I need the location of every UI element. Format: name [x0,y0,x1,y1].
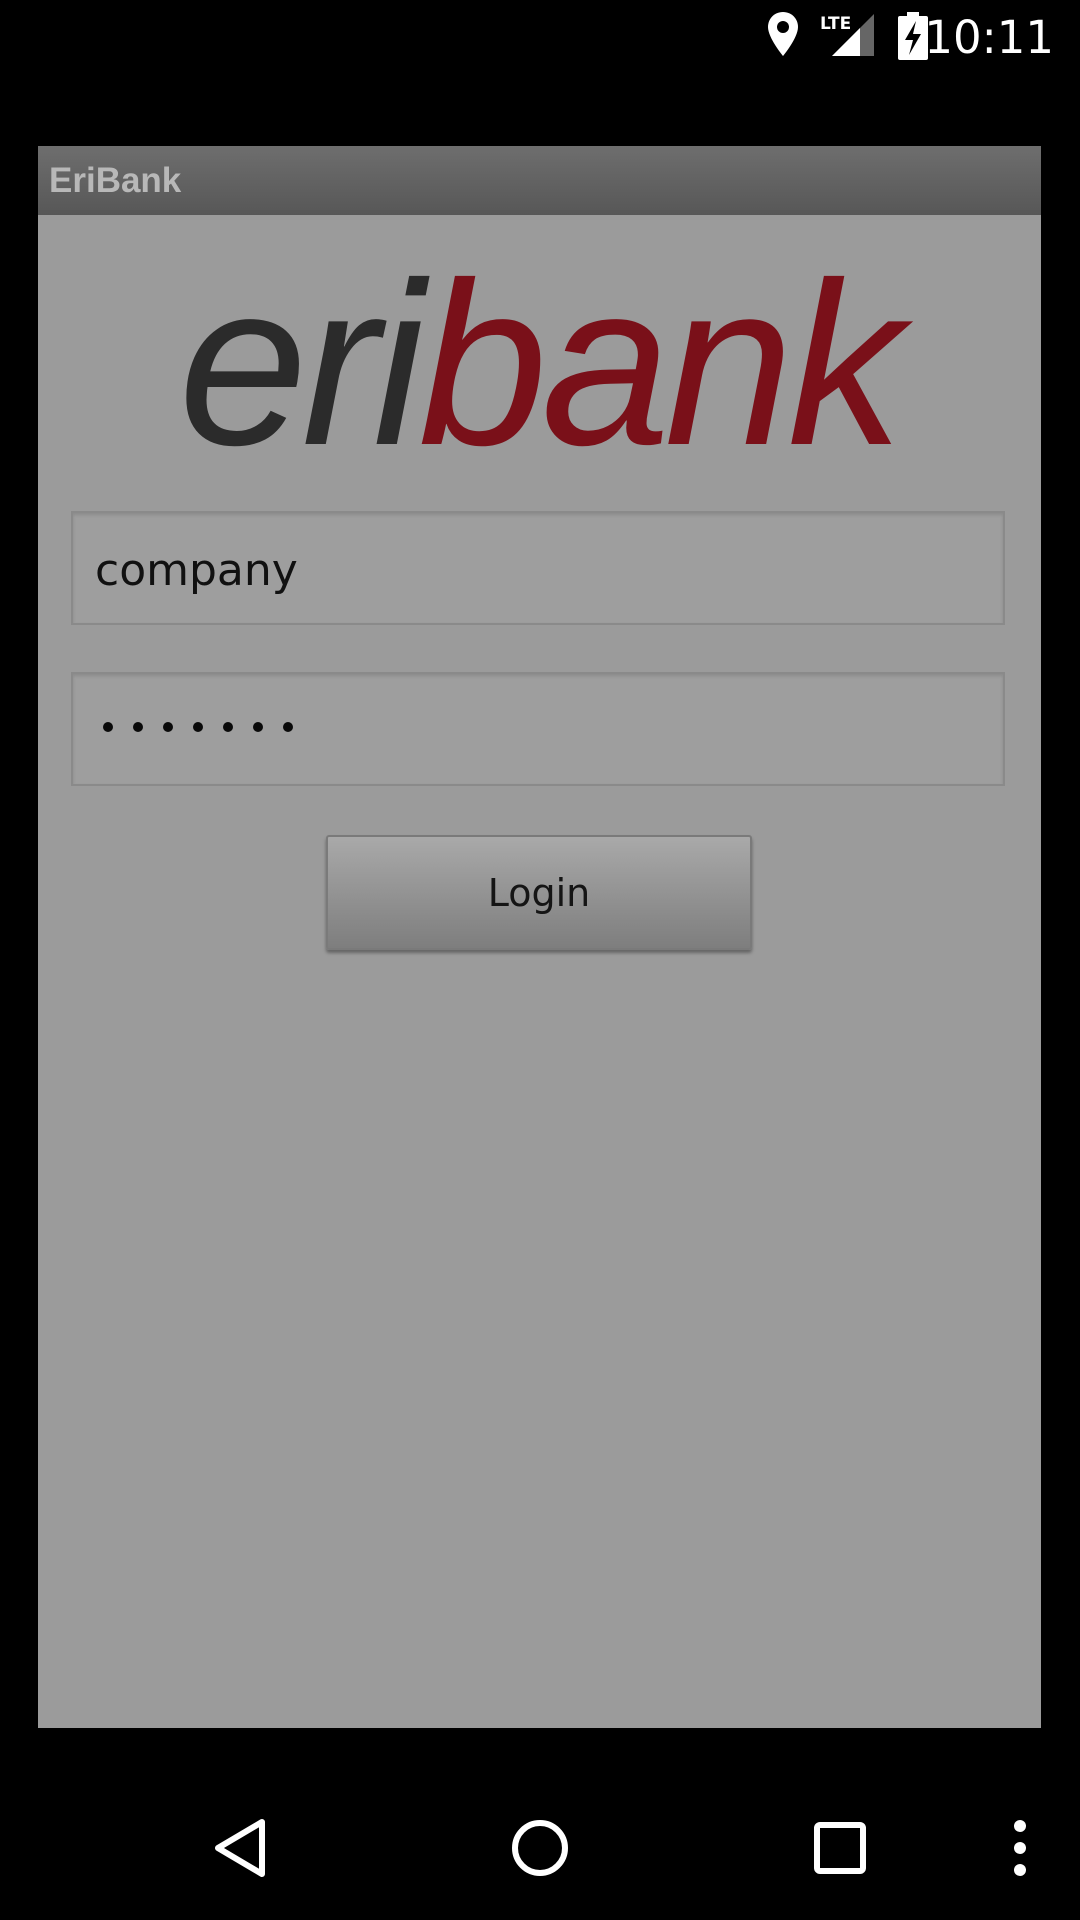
location-icon [766,10,800,63]
password-mask [103,722,293,732]
username-field[interactable]: company [71,511,1005,625]
home-icon [512,1820,568,1876]
eribank-logo: eribank [138,235,938,494]
password-mask-dot [133,722,143,732]
screen: LTE 10:11 EriBank eribank company Login [0,0,1080,1920]
back-button[interactable] [200,1776,280,1920]
logo-part-bank: bank [418,254,913,484]
recents-button[interactable] [800,1776,880,1920]
svg-text:eribank: eribank [179,254,914,484]
recents-icon [814,1822,866,1874]
password-mask-dot [253,722,263,732]
password-mask-dot [223,722,233,732]
app-title: EriBank [49,161,182,200]
home-button[interactable] [500,1776,580,1920]
status-bar: LTE 10:11 [0,0,1080,75]
svg-text:LTE: LTE [820,14,851,34]
login-button[interactable]: Login [326,835,752,950]
app-window: EriBank eribank company Login [38,146,1041,1728]
password-mask-dot [283,722,293,732]
status-time: 10:11 [924,11,1054,64]
overflow-menu-icon [1014,1820,1026,1876]
overflow-menu-button[interactable] [1000,1776,1040,1920]
lte-signal-icon: LTE [820,12,876,63]
password-field[interactable] [71,672,1005,786]
login-button-label: Login [487,870,591,915]
password-mask-dot [193,722,203,732]
logo-part-eri: eri [179,254,430,484]
app-title-bar: EriBank [38,146,1041,215]
password-mask-dot [163,722,173,732]
back-icon [215,1819,265,1877]
password-mask-dot [103,722,113,732]
username-value: company [95,545,298,596]
navigation-bar [0,1776,1080,1920]
